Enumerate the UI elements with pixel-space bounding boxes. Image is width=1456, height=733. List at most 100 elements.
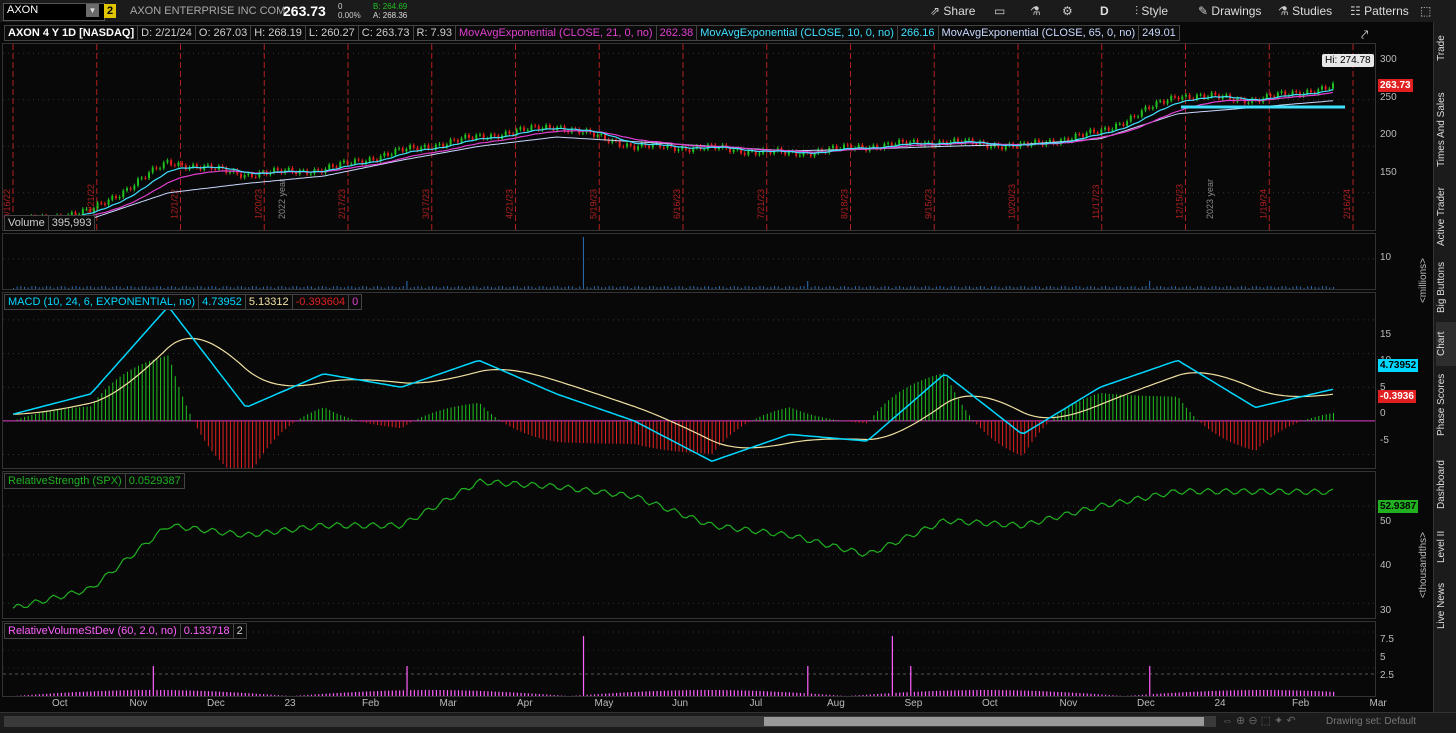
candle-body: [369, 158, 371, 162]
last-price: 263.73: [283, 3, 326, 19]
rvsd-bar: [734, 690, 735, 696]
candle-body: [1097, 133, 1099, 134]
candle-body: [229, 172, 231, 173]
share-button[interactable]: ⇗ Share: [930, 2, 975, 20]
chart-area[interactable]: 9/16/2210/21/2212/1/221/20/232/17/233/17…: [0, 22, 1433, 712]
volume-bar: [679, 286, 680, 289]
time-scrollbar-thumb[interactable]: [764, 717, 1204, 726]
tab-phase-scores[interactable]: Phase Scores: [1436, 367, 1456, 443]
rvsd-bar: [1212, 691, 1213, 696]
candle-body: [416, 148, 418, 151]
tab-trade[interactable]: Trade: [1436, 28, 1456, 68]
style-button[interactable]: ⫶ Style: [1135, 2, 1168, 20]
settings-button[interactable]: ⚙: [1062, 2, 1073, 20]
tab-chart[interactable]: Chart: [1436, 322, 1456, 366]
volume-bar: [495, 287, 496, 289]
rvsd-bar: [1149, 666, 1150, 696]
rvsd-bar: [197, 691, 198, 696]
cursor-tool-icon[interactable]: ⤤: [1361, 27, 1368, 43]
macd-histogram-bar: [506, 421, 507, 424]
volume-bar: [322, 286, 323, 289]
macd-value: 4.73952: [198, 294, 246, 310]
drawings-button[interactable]: ✎ Drawings: [1198, 2, 1261, 20]
candle-body: [527, 130, 529, 131]
price-panel[interactable]: 9/16/2210/21/2212/1/221/20/232/17/233/17…: [2, 43, 1376, 231]
period-button[interactable]: D: [1100, 2, 1109, 20]
macd-title[interactable]: MACD (10, 24, 6, EXPONENTIAL, no): [4, 294, 199, 310]
rvsd-bar: [1160, 694, 1161, 696]
macd-histogram-bar: [197, 421, 198, 429]
rvsd-bar: [50, 694, 51, 696]
rvsd-bar: [598, 694, 599, 696]
drawing-set-status: Drawing set: Default: [1326, 716, 1416, 727]
ema65-label[interactable]: MovAvgExponential (CLOSE, 65, 0, no): [938, 25, 1140, 41]
patterns-button[interactable]: ☷ Patterns: [1350, 2, 1409, 20]
macd-histogram-bar: [730, 421, 731, 435]
rvsd-title[interactable]: RelativeVolumeStDev (60, 2.0, no): [4, 623, 181, 639]
relative-strength-panel[interactable]: [2, 471, 1376, 619]
rvsd-bar: [68, 692, 69, 696]
rvsd-bar: [781, 692, 782, 696]
candle-body: [1119, 124, 1121, 125]
macd-histogram-bar: [995, 421, 996, 441]
tab-live-news[interactable]: Live News: [1436, 578, 1456, 634]
candle-body: [913, 140, 915, 142]
ema21-label[interactable]: MovAvgExponential (CLOSE, 21, 0, no): [455, 25, 657, 41]
x-axis-label: Oct: [52, 698, 68, 709]
volume-bar: [362, 286, 363, 289]
volume-bar: [1123, 287, 1124, 289]
volume-bar: [1226, 286, 1227, 289]
rvsd-bar: [792, 693, 793, 696]
x-axis-label: Aug: [827, 698, 845, 709]
macd-histogram-bar: [495, 417, 496, 421]
macd-histogram-bar: [1039, 421, 1040, 433]
volume-bar: [186, 286, 187, 289]
ema10-label[interactable]: MovAvgExponential (CLOSE, 10, 0, no): [696, 25, 898, 41]
volume-bar: [881, 287, 882, 289]
notes-button[interactable]: ▭: [994, 2, 1005, 20]
volume-bar: [1259, 287, 1260, 289]
macd-histogram-bar: [440, 410, 441, 421]
macd-legend: MACD (10, 24, 6, EXPONENTIAL, no)4.73952…: [4, 294, 361, 310]
macd-histogram-bar: [1293, 421, 1294, 425]
tab-level-ii[interactable]: Level II: [1436, 522, 1456, 572]
zoom-controls-icon[interactable]: ⇔ ⊕ ⊖ ⬚ ✦ ↶: [1222, 714, 1296, 727]
symbol-dropdown-icon[interactable]: ▼: [86, 4, 99, 17]
rvsd-bar: [682, 690, 683, 696]
volume-bar: [815, 286, 816, 289]
rvsd-bar: [1157, 694, 1158, 696]
studies-button[interactable]: ⚗ Studies: [1278, 2, 1332, 20]
volume-bar: [620, 287, 621, 289]
volume-bar: [675, 287, 676, 289]
flask-button[interactable]: ⚗: [1030, 2, 1041, 20]
rvsd-bar: [1094, 694, 1095, 696]
candle-body: [174, 165, 176, 166]
link-group-badge[interactable]: 2: [104, 4, 116, 18]
macd-histogram-bar: [1112, 394, 1113, 421]
volume-bar: [660, 287, 661, 289]
rvsd-bar: [484, 691, 485, 696]
volume-bar: [447, 286, 448, 289]
volume-bar: [796, 288, 797, 289]
rs-title[interactable]: RelativeStrength (SPX): [4, 473, 126, 489]
volume-panel[interactable]: [2, 233, 1376, 290]
macd-histogram-bar: [50, 411, 51, 421]
rvsd-bar: [1318, 691, 1319, 696]
macd-histogram-bar: [201, 421, 202, 435]
macd-panel[interactable]: [2, 292, 1376, 469]
candle-body: [479, 134, 481, 135]
tab-times-and-sales[interactable]: Times And Sales: [1436, 76, 1456, 184]
macd-histogram-bar: [1035, 421, 1036, 437]
macd-histogram-bar: [1182, 403, 1183, 421]
macd-histogram-bar: [682, 421, 683, 452]
volume-bar: [1201, 286, 1202, 289]
price-ytick-1: 250: [1380, 92, 1397, 103]
volume-bar: [131, 286, 132, 289]
volume-bar: [962, 287, 963, 289]
candle-body: [1137, 117, 1139, 118]
tab-big-buttons[interactable]: Big Buttons: [1436, 254, 1456, 320]
volume-bar: [513, 286, 514, 289]
tab-dashboard[interactable]: Dashboard: [1436, 452, 1456, 518]
expand-button[interactable]: ⬚: [1420, 2, 1431, 20]
tab-active-trader[interactable]: Active Trader: [1436, 172, 1456, 262]
